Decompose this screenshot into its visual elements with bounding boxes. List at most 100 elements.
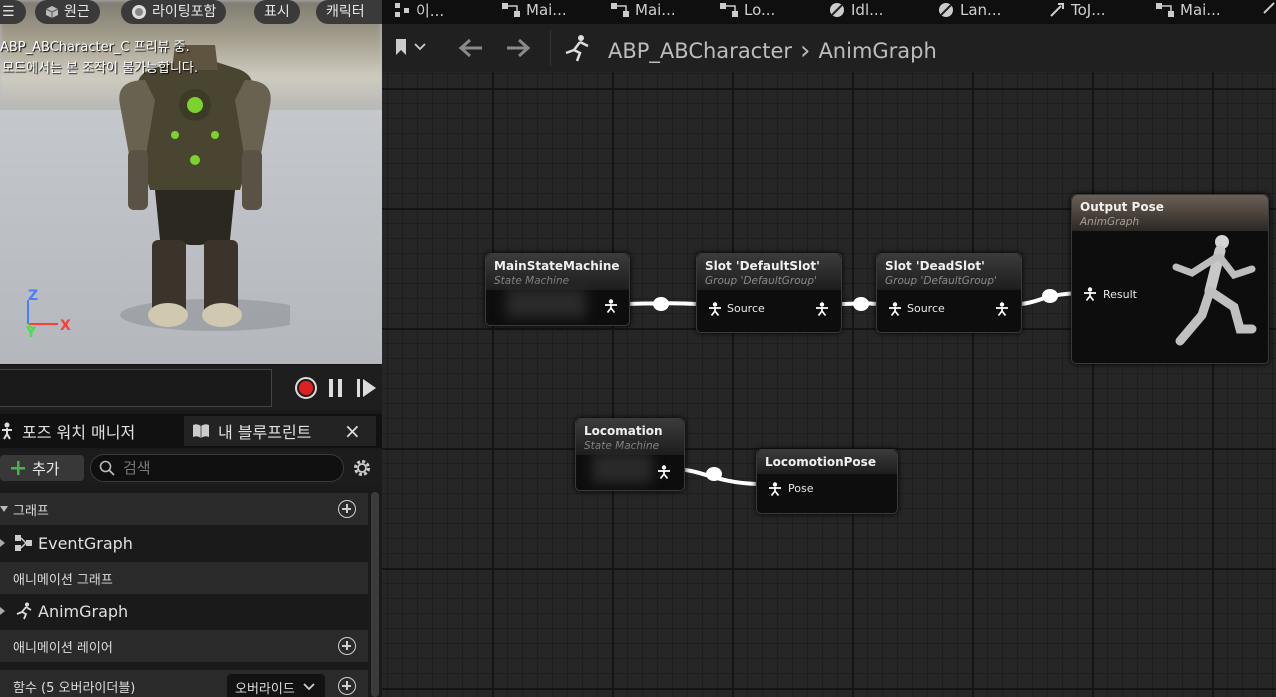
character-model — [119, 45, 290, 331]
node-output-pose[interactable]: Output Pose AnimGraph Result — [1071, 194, 1269, 364]
lighting-mode-button[interactable]: 라이팅포함 — [121, 0, 227, 24]
pose-output-pin-icon[interactable] — [604, 299, 618, 313]
node-locomation[interactable]: Locomation State Machine — [575, 418, 685, 491]
search-icon — [99, 460, 115, 476]
graph-tab-3[interactable]: Lo... — [720, 0, 775, 20]
axis-y-label: Y — [26, 325, 37, 341]
node-wires — [617, 289, 1083, 486]
pose-output-pin-icon[interactable] — [657, 465, 671, 479]
show-button[interactable]: 표시 — [254, 0, 300, 24]
pose-watch-icon — [2, 422, 12, 440]
tree-item-eventgraph[interactable]: EventGraph — [0, 526, 368, 560]
pose-output-pin-icon[interactable] — [995, 302, 1009, 316]
state-icon — [939, 3, 953, 17]
pose-input-pin-icon[interactable] — [708, 302, 722, 316]
pin-label-source: Source — [727, 302, 765, 315]
pin-label-result: Result — [1103, 288, 1137, 301]
node-main-state-machine[interactable]: MainStateMachine State Machine — [485, 253, 630, 326]
section-anim-layers[interactable]: 애니메이션 레이어 — [0, 630, 368, 662]
window-edge-control[interactable] — [1262, 0, 1276, 18]
node-slot-dead[interactable]: Slot 'DeadSlot' Group 'DefaultGroup' Sou… — [876, 253, 1022, 333]
collapse-arrow-icon — [0, 506, 8, 512]
graph-tab-7[interactable]: Mai... — [1156, 0, 1221, 20]
my-blueprint-toolbar: 추가 — [0, 450, 382, 486]
graph-tab-2[interactable]: Mai... — [611, 0, 676, 20]
section-graphs[interactable]: 그래프 — [0, 493, 368, 525]
record-button[interactable] — [294, 376, 318, 404]
pose-output-pin-icon[interactable] — [815, 302, 829, 316]
graph-tab-4[interactable]: Idl... — [829, 0, 883, 20]
state-machine-icon — [720, 3, 738, 17]
add-anim-layer-button[interactable] — [338, 637, 356, 655]
node-header: Locomation State Machine — [576, 419, 684, 455]
expand-arrow-icon — [0, 539, 5, 547]
timeline-scrubber[interactable] — [0, 369, 272, 407]
perspective-button[interactable]: 원근 — [35, 0, 100, 24]
tab-my-blueprint[interactable]: 내 블루프린트 × — [184, 416, 376, 446]
node-header: Output Pose AnimGraph — [1072, 195, 1268, 231]
pin-label-source: Source — [907, 302, 945, 315]
node-slot-default[interactable]: Slot 'DefaultSlot' Group 'DefaultGroup' … — [696, 253, 842, 333]
preview-note: 이 모드에서는 본 조작이 불가능합니다. — [0, 61, 199, 76]
state-machine-preview — [506, 288, 586, 318]
gear-icon[interactable] — [352, 458, 372, 478]
add-graph-button[interactable] — [338, 500, 356, 518]
pause-button[interactable] — [326, 376, 346, 404]
graph-tab-6[interactable]: ToJ... — [1049, 0, 1106, 20]
running-mannequin-icon — [1172, 235, 1257, 346]
axis-z-label: Z — [28, 288, 39, 304]
node-header: MainStateMachine State Machine — [486, 254, 629, 290]
lighting-icon — [132, 5, 146, 19]
plus-icon — [11, 461, 25, 475]
pose-input-pin-icon[interactable] — [768, 482, 782, 496]
state-machine-icon — [502, 3, 520, 17]
tab-pose-watch-manager[interactable]: 포즈 워치 매니저 — [0, 416, 180, 446]
character-button[interactable]: 캐릭터 — [316, 0, 382, 24]
pose-input-pin-icon[interactable] — [1083, 287, 1097, 301]
graph-tab-0[interactable]: 이... — [394, 0, 444, 20]
scrollbar-thumb[interactable] — [371, 492, 379, 697]
axis-x-label: X — [60, 318, 71, 334]
graph-tab-5[interactable]: Lan... — [938, 0, 1001, 20]
forward-arrow-icon[interactable] — [505, 38, 531, 58]
node-header: Slot 'DeadSlot' Group 'DefaultGroup' — [877, 254, 1021, 290]
search-box — [90, 454, 344, 482]
add-button[interactable]: 추가 — [0, 455, 84, 481]
viewport-menu-button[interactable]: ☰ — [0, 0, 26, 24]
tree-scrollbar[interactable] — [370, 490, 380, 697]
timeline-bar — [0, 364, 382, 410]
breadcrumb-separator: › — [800, 36, 811, 66]
my-blueprint-tree: 그래프 EventGraph 애니메이션 그래프 AnimGraph 애니메이션… — [0, 490, 368, 697]
play-icon — [357, 379, 376, 397]
event-graph-icon — [395, 3, 409, 17]
chevron-down-icon — [303, 683, 315, 691]
node-locomotion-pose[interactable]: LocomotionPose Pose — [756, 449, 898, 514]
node-header: Slot 'DefaultSlot' Group 'DefaultGroup' — [697, 254, 841, 290]
add-function-button[interactable] — [338, 677, 356, 695]
override-dropdown[interactable]: 오버라이드 — [227, 674, 325, 697]
state-icon — [830, 3, 844, 17]
breadcrumb: ABP_ABCharacter › AnimGraph — [608, 36, 937, 66]
play-forward-button[interactable] — [355, 376, 379, 404]
graph-tab-1[interactable]: Mai... — [502, 0, 567, 20]
anim-graph-canvas[interactable]: MainStateMachine State Machine Slot 'Def… — [382, 72, 1276, 697]
record-icon — [295, 377, 317, 399]
graph-breadcrumb-bar: ABP_ABCharacter › AnimGraph — [382, 24, 1276, 72]
pose-input-pin-icon[interactable] — [888, 302, 902, 316]
cube-icon — [45, 6, 59, 18]
expand-arrow-icon — [0, 607, 5, 615]
section-functions[interactable]: 함수 (5 오버라이더블) 오버라이드 — [0, 670, 368, 697]
close-icon[interactable]: × — [344, 419, 361, 443]
character-preview-viewport[interactable]: ☰ 원근 라이팅포함 표시 캐릭터 ABP_ABCharacter_C 프리뷰 … — [0, 0, 382, 364]
breadcrumb-asset[interactable]: ABP_ABCharacter — [608, 39, 792, 63]
section-anim-graphs[interactable]: 애니메이션 그래프 — [0, 562, 368, 594]
back-arrow-icon[interactable] — [458, 38, 484, 58]
panel-tabs: 포즈 워치 매니저 내 블루프린트 × — [0, 414, 382, 448]
tree-item-animgraph[interactable]: AnimGraph — [0, 594, 368, 628]
diagonal-icon — [1263, 2, 1275, 14]
bookmark-dropdown[interactable] — [394, 38, 426, 56]
state-machine-icon — [611, 3, 629, 17]
graph-tab-strip: 이... Mai... Mai... Lo... Idl... Lan... T… — [382, 0, 1276, 24]
search-input[interactable] — [123, 459, 323, 477]
chevron-down-icon — [414, 43, 426, 51]
